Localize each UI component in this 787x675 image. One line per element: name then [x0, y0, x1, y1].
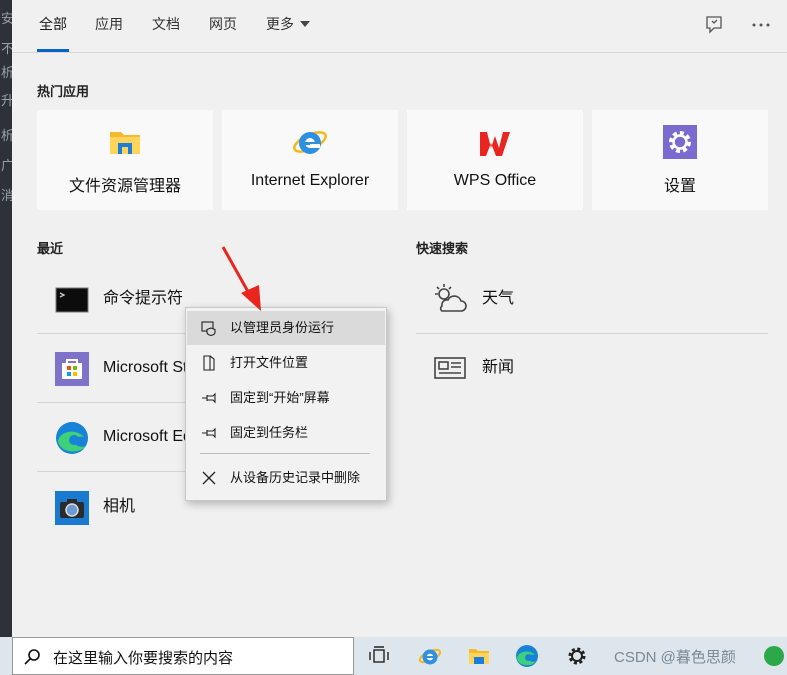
menu-item-pin-to-start[interactable]: 固定到“开始”屏幕 — [187, 381, 385, 415]
tab-label: 全部 — [39, 16, 67, 32]
task-view-icon[interactable] — [367, 644, 391, 668]
command-prompt-icon — [55, 283, 89, 317]
more-options-icon[interactable] — [750, 14, 772, 36]
search-scope-tabs: 全部 应用 文档 网页 更多 — [12, 0, 787, 53]
tab-all[interactable]: 全部 — [37, 0, 69, 52]
menu-item-label: 固定到“开始”屏幕 — [230, 390, 330, 405]
quick-search-label: 天气 — [482, 290, 515, 307]
menu-item-label: 固定到任务栏 — [230, 425, 309, 440]
context-menu: 以管理员身份运行 打开文件位置 固定到“开始”屏幕 固定到任务栏 从设备历史记录… — [185, 307, 387, 501]
app-card-wps-office[interactable]: WPS Office — [407, 110, 583, 210]
app-card-label: 设置 — [663, 178, 696, 195]
app-card-settings[interactable]: 设置 — [592, 110, 768, 210]
chevron-down-icon — [300, 21, 310, 27]
search-icon — [23, 648, 41, 666]
internet-explorer-icon[interactable] — [418, 644, 442, 668]
file-explorer-icon[interactable] — [467, 644, 491, 668]
app-card-label: Internet Explorer — [250, 172, 370, 189]
watermark-text: CSDN @暮色思颜 — [614, 649, 736, 666]
quick-search-news[interactable]: 新闻 — [416, 334, 768, 402]
pin-icon — [201, 425, 217, 441]
taskbar: CSDN @暮色思颜 — [0, 637, 787, 675]
settings-gear-icon[interactable] — [565, 644, 589, 668]
internet-explorer-icon — [292, 124, 328, 160]
taskbar-search-box[interactable] — [12, 637, 354, 675]
menu-item-pin-to-taskbar[interactable]: 固定到任务栏 — [187, 416, 385, 450]
tab-documents[interactable]: 文档 — [152, 0, 180, 52]
tab-apps[interactable]: 应用 — [95, 0, 123, 52]
wps-office-icon — [477, 124, 513, 160]
close-icon — [201, 470, 217, 486]
desktop-edge: 安 不 析 升 析 广 消 — [0, 0, 14, 637]
microsoft-edge-icon — [55, 421, 89, 455]
tab-label: 更多 — [266, 16, 294, 32]
tab-label: 应用 — [95, 16, 123, 32]
quick-search-heading: 快速搜索 — [416, 241, 469, 256]
menu-item-label: 从设备历史记录中删除 — [230, 470, 361, 485]
menu-separator — [200, 453, 370, 454]
file-explorer-icon — [107, 124, 143, 160]
tab-label: 文档 — [152, 16, 180, 32]
camera-icon — [55, 491, 89, 525]
recent-heading: 最近 — [37, 241, 64, 256]
hot-apps-heading: 热门应用 — [37, 84, 90, 99]
tab-label: 网页 — [209, 16, 237, 32]
tab-more[interactable]: 更多 — [266, 0, 310, 52]
recent-item-label: 相机 — [103, 498, 136, 515]
settings-gear-icon — [662, 124, 698, 160]
app-card-file-explorer[interactable]: 文件资源管理器 — [37, 110, 213, 210]
menu-item-open-file-location[interactable]: 打开文件位置 — [187, 346, 385, 380]
menu-item-remove-from-history[interactable]: 从设备历史记录中删除 — [187, 461, 385, 495]
app-card-internet-explorer[interactable]: Internet Explorer — [222, 110, 398, 210]
menu-item-label: 打开文件位置 — [230, 355, 309, 370]
app-status-icon[interactable] — [762, 644, 786, 668]
open-file-location-icon — [201, 355, 217, 371]
weather-icon — [432, 281, 468, 317]
run-as-admin-icon — [201, 320, 217, 337]
quick-search-label: 新闻 — [482, 359, 515, 376]
feedback-icon[interactable] — [703, 14, 725, 36]
menu-item-label: 以管理员身份运行 — [230, 320, 335, 335]
microsoft-edge-icon[interactable] — [515, 644, 539, 668]
microsoft-store-icon — [55, 352, 89, 386]
quick-search-weather[interactable]: 天气 — [416, 265, 768, 333]
search-input[interactable] — [51, 644, 345, 670]
news-icon — [432, 350, 468, 386]
app-card-label: WPS Office — [453, 172, 537, 189]
pin-icon — [201, 390, 217, 406]
recent-item-label: 命令提示符 — [103, 290, 184, 307]
menu-item-run-as-admin[interactable]: 以管理员身份运行 — [187, 311, 385, 345]
search-panel: 全部 应用 文档 网页 更多 热门应用 文件资源管理器 Internet Exp… — [12, 0, 787, 637]
tab-web[interactable]: 网页 — [209, 0, 237, 52]
app-card-label: 文件资源管理器 — [68, 178, 181, 195]
